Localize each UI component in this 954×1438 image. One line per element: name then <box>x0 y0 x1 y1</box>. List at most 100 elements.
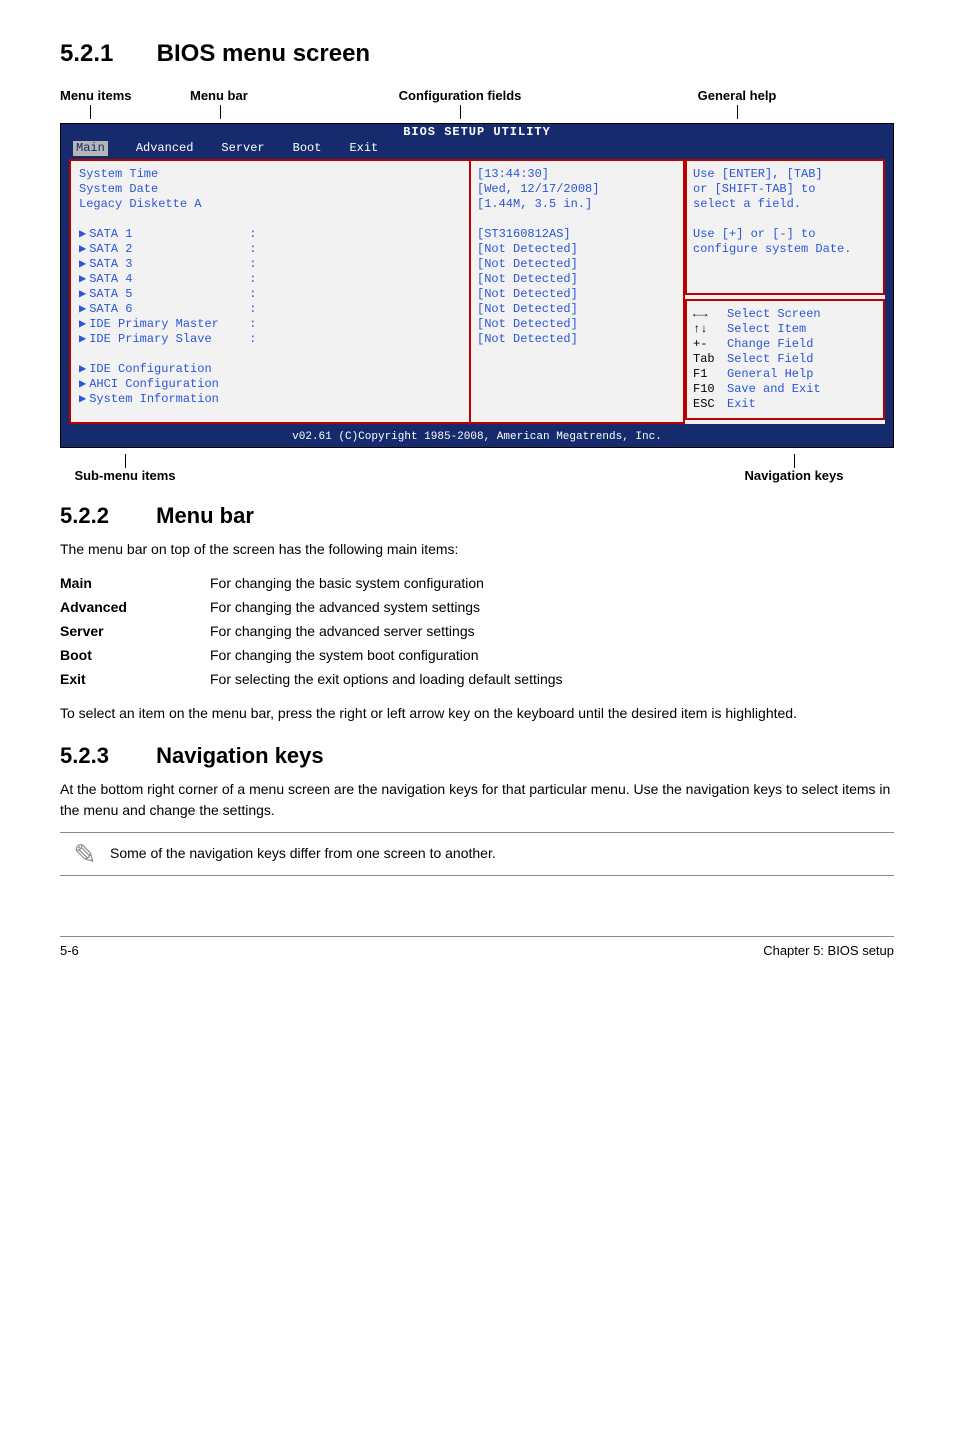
item-sata3: SATA 3 <box>89 257 249 272</box>
triangle-icon: ▶ <box>79 332 86 346</box>
defs-table: MainFor changing the basic system config… <box>60 571 573 691</box>
def-key: Exit <box>60 667 210 691</box>
page-number: 5-6 <box>60 943 79 958</box>
heading-num: 5.2.2 <box>60 503 150 529</box>
bios-right-pane: Use [ENTER], [TAB] or [SHIFT-TAB] to sel… <box>685 159 885 424</box>
key-f10: F10 <box>693 382 727 397</box>
val-nd: [Not Detected] <box>477 242 677 257</box>
help-box-bottom: ←→Select Screen ↑↓Select Item +-Change F… <box>685 299 885 420</box>
val-legacy: [1.44M, 3.5 in.] <box>477 197 677 212</box>
def-val: For changing the basic system configurat… <box>210 571 573 595</box>
def-val: For selecting the exit options and loadi… <box>210 667 573 691</box>
item-system-date: System Date <box>79 182 239 197</box>
bios-mid-pane: [13:44:30] [Wed, 12/17/2008] [1.44M, 3.5… <box>471 159 685 424</box>
item-sata6: SATA 6 <box>89 302 249 317</box>
help-box-top: Use [ENTER], [TAB] or [SHIFT-TAB] to sel… <box>685 159 885 295</box>
bios-menubar: Main Advanced Server Boot Exit <box>61 140 893 159</box>
key-ud: ↑↓ <box>693 322 727 337</box>
heading-num: 5.2.1 <box>60 40 150 68</box>
lbl-select-item: Select Item <box>727 322 806 336</box>
val-sata1: [ST3160812AS] <box>477 227 677 242</box>
item-sata4: SATA 4 <box>89 272 249 287</box>
lbl-select-screen: Select Screen <box>727 307 821 321</box>
menubar-main: Main <box>73 141 108 156</box>
item-sata5: SATA 5 <box>89 287 249 302</box>
key-pm: +- <box>693 337 727 352</box>
key-esc: ESC <box>693 397 727 412</box>
item-ide-cfg: IDE Configuration <box>89 362 249 377</box>
heading-num: 5.2.3 <box>60 743 150 769</box>
def-key: Main <box>60 571 210 595</box>
val-nd: [Not Detected] <box>477 257 677 272</box>
menubar-advanced: Advanced <box>136 141 194 156</box>
note-text: Some of the navigation keys differ from … <box>110 839 894 861</box>
label-submenu: Sub-menu items <box>74 468 175 483</box>
val-nd: [Not Detected] <box>477 287 677 302</box>
def-val: For changing the system boot configurati… <box>210 643 573 667</box>
heading-title: Navigation keys <box>156 743 324 768</box>
menubar-server: Server <box>221 141 264 156</box>
help-l3: select a field. <box>693 197 877 212</box>
def-key: Server <box>60 619 210 643</box>
triangle-icon: ▶ <box>79 272 86 286</box>
help-l4: Use [+] or [-] to <box>693 227 877 242</box>
val-time: [13:44:30] <box>477 167 677 182</box>
heading-522: 5.2.2 Menu bar <box>60 503 894 529</box>
val-nd: [Not Detected] <box>477 332 677 347</box>
triangle-icon: ▶ <box>79 362 86 376</box>
val-nd: [Not Detected] <box>477 317 677 332</box>
triangle-icon: ▶ <box>79 377 86 391</box>
item-ide-ps: IDE Primary Slave <box>89 332 249 347</box>
triangle-icon: ▶ <box>79 257 86 271</box>
key-tab: Tab <box>693 352 727 367</box>
heading-title: BIOS menu screen <box>157 40 370 67</box>
item-ide-pm: IDE Primary Master <box>89 317 249 332</box>
val-nd: [Not Detected] <box>477 272 677 287</box>
item-ahci-cfg: AHCI Configuration <box>89 377 249 392</box>
chapter-label: Chapter 5: BIOS setup <box>763 943 894 958</box>
item-sata2: SATA 2 <box>89 242 249 257</box>
lbl-select-field: Select Field <box>727 352 813 366</box>
navkeys-text: At the bottom right corner of a menu scr… <box>60 779 894 820</box>
triangle-icon: ▶ <box>79 242 86 256</box>
menubar-after: To select an item on the menu bar, press… <box>60 703 894 723</box>
help-l5: configure system Date. <box>693 242 877 257</box>
item-sys-info: System Information <box>89 392 249 407</box>
heading-title: Menu bar <box>156 503 254 528</box>
lbl-exit: Exit <box>727 397 756 411</box>
page-footer: 5-6 Chapter 5: BIOS setup <box>60 936 894 958</box>
item-legacy: Legacy Diskette A <box>79 197 239 212</box>
label-config-fields: Configuration fields <box>399 88 522 103</box>
bios-left-pane: System Time System Date Legacy Diskette … <box>69 159 471 424</box>
bios-screenshot: BIOS SETUP UTILITY Main Advanced Server … <box>60 123 894 448</box>
top-labels-row: Menu items Menu bar Configuration fields… <box>60 88 894 119</box>
help-l1: Use [ENTER], [TAB] <box>693 167 877 182</box>
triangle-icon: ▶ <box>79 287 86 301</box>
triangle-icon: ▶ <box>79 317 86 331</box>
lbl-change-field: Change Field <box>727 337 813 351</box>
heading-523: 5.2.3 Navigation keys <box>60 743 894 769</box>
note-row: ✎ Some of the navigation keys differ fro… <box>60 832 894 876</box>
help-l2: or [SHIFT-TAB] to <box>693 182 877 197</box>
lbl-general-help: General Help <box>727 367 813 381</box>
def-key: Boot <box>60 643 210 667</box>
val-nd: [Not Detected] <box>477 302 677 317</box>
val-date: [Wed, 12/17/2008] <box>477 182 677 197</box>
menubar-boot: Boot <box>293 141 322 156</box>
label-menu-bar: Menu bar <box>190 88 248 103</box>
def-val: For changing the advanced system setting… <box>210 595 573 619</box>
label-general-help: General help <box>698 88 777 103</box>
key-lr: ←→ <box>693 307 727 322</box>
heading-521: 5.2.1 BIOS menu screen <box>60 40 894 68</box>
def-key: Advanced <box>60 595 210 619</box>
bios-title: BIOS SETUP UTILITY <box>61 124 893 140</box>
menubar-intro: The menu bar on top of the screen has th… <box>60 539 894 559</box>
bottom-labels-row: Sub-menu items Navigation keys <box>60 452 894 483</box>
item-system-time: System Time <box>79 167 239 182</box>
label-navkeys: Navigation keys <box>745 468 844 483</box>
key-f1: F1 <box>693 367 727 382</box>
lbl-save-exit: Save and Exit <box>727 382 821 396</box>
triangle-icon: ▶ <box>79 392 86 406</box>
def-val: For changing the advanced server setting… <box>210 619 573 643</box>
menubar-exit: Exit <box>349 141 378 156</box>
